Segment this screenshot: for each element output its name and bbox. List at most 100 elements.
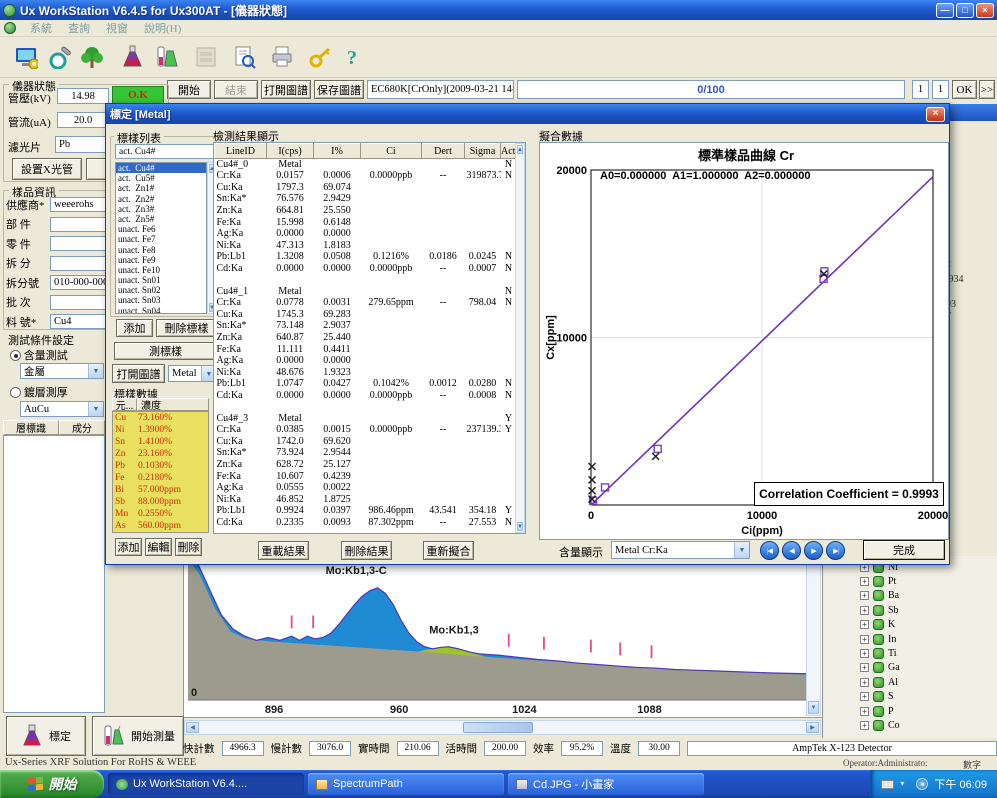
results-column-header[interactable]: I%: [314, 144, 361, 159]
measure-standard-button[interactable]: 測標樣: [114, 342, 217, 360]
element-tree-item[interactable]: +Pt: [860, 574, 896, 588]
tool-setup-icon[interactable]: [44, 41, 76, 73]
element-tree-item[interactable]: +Ga: [860, 661, 900, 675]
data-delete-button[interactable]: 刪除: [175, 538, 202, 556]
results-column-header[interactable]: I(cps): [267, 144, 314, 159]
standard-data-table[interactable]: Cu73.160%Ni1.3900%Sn1.4100%Zn23.160%Pb0.…: [112, 411, 209, 533]
element-tree-item[interactable]: +Ba: [860, 589, 899, 603]
nav-last-button[interactable]: ▶|: [826, 541, 845, 560]
standard-data-row[interactable]: Mn0.2550%: [113, 508, 208, 520]
standard-data-row[interactable]: Bi57.000ppm: [113, 484, 208, 496]
menu-item[interactable]: 說明(H): [144, 20, 181, 36]
menu-item[interactable]: 視窗: [106, 20, 128, 36]
standard-list-item[interactable]: unact. Sn03: [116, 295, 206, 305]
results-column-header[interactable]: Ci: [361, 144, 422, 159]
results-row[interactable]: Zn:Ka664.8125.550: [215, 205, 517, 217]
scroll-down-icon[interactable]: ▼: [517, 522, 523, 531]
expand-icon[interactable]: +: [860, 721, 869, 730]
open-spectrum-button[interactable]: 打開圖譜: [261, 80, 311, 99]
results-row[interactable]: Ni:Ka46.8521.8725: [215, 493, 517, 505]
results-row[interactable]: Pb:Lb10.99240.0397986.46ppm43.541354.18Y: [215, 505, 517, 517]
scroll-right-icon[interactable]: ▶: [806, 722, 819, 733]
tube-voltage-field[interactable]: 14.98: [57, 88, 109, 104]
sound-tray-icon[interactable]: ◂: [916, 778, 928, 790]
results-row[interactable]: Cr:Ka0.07780.0031279.65ppm--798.04N: [215, 297, 517, 309]
tree-view-icon[interactable]: [76, 41, 108, 73]
results-row[interactable]: Cu:Ka1745.369.283: [215, 309, 517, 321]
standard-data-row[interactable]: As560.00ppm: [113, 520, 208, 532]
start-acquire-button[interactable]: 開始: [167, 80, 211, 99]
system-settings-icon[interactable]: [10, 41, 42, 73]
ok-button[interactable]: OK: [952, 80, 977, 99]
component-column-header[interactable]: 成分: [59, 420, 105, 435]
dialog-close-button[interactable]: ×: [926, 107, 945, 122]
expand-icon[interactable]: +: [860, 692, 869, 701]
standard-data-row[interactable]: Ni1.3900%: [113, 424, 208, 436]
refit-button[interactable]: 重新擬合: [423, 541, 474, 560]
layer-list-empty[interactable]: [3, 435, 105, 713]
results-row[interactable]: Ni:Ka48.6761.9323: [215, 366, 517, 378]
coating-type-dropdown-icon[interactable]: ▼: [88, 402, 103, 416]
spectrum-vscrollbar[interactable]: ▼: [806, 558, 821, 716]
results-row[interactable]: Cd:Ka0.00000.00000.0000ppb--0.0008N: [215, 389, 517, 401]
open-spectrum-dialog-button[interactable]: 打開圖譜: [112, 364, 165, 383]
nav-next-button[interactable]: ▶: [804, 541, 823, 560]
expand-icon[interactable]: +: [860, 707, 869, 716]
spectrum-filename-field[interactable]: EC680K[CrOnly](2009-03-21 14-14-43: [367, 80, 514, 99]
standard-list-item[interactable]: act. Zn2#: [116, 194, 206, 204]
element-tree-item[interactable]: +K: [860, 618, 895, 632]
data-edit-button[interactable]: 編輯: [145, 538, 172, 556]
calibrate-button[interactable]: 標定: [6, 716, 86, 756]
results-row[interactable]: Cd:Ka0.00000.00000.0000ppb--0.0007N: [215, 262, 517, 274]
printer-icon[interactable]: [266, 41, 298, 73]
results-row[interactable]: Ag:Ka0.00000.0000: [215, 355, 517, 367]
concentration-column-header[interactable]: 濃度: [137, 398, 209, 411]
results-row[interactable]: Sn:Ka*73.9242.9544: [215, 447, 517, 459]
expand-icon[interactable]: +: [860, 606, 869, 615]
expand-icon[interactable]: +: [860, 577, 869, 586]
scroll-down-icon[interactable]: ▼: [808, 701, 819, 714]
delete-results-button[interactable]: 刪除結果: [341, 541, 392, 560]
content-type-combo[interactable]: 金屬 ▼: [20, 363, 104, 379]
nav-prev-button[interactable]: ◀: [782, 541, 801, 560]
results-row[interactable]: Cu4#_3MetalY: [215, 413, 517, 425]
standard-list-item[interactable]: unact. Fe7: [116, 234, 206, 244]
results-column-header[interactable]: LineID: [215, 144, 267, 159]
standard-list-item[interactable]: unact. Fe9: [116, 255, 206, 265]
standard-data-row[interactable]: Pb0.1030%: [113, 460, 208, 472]
setup-tube-button[interactable]: 設置X光管: [12, 158, 82, 180]
save-spectrum-button[interactable]: 保存圖譜: [314, 80, 364, 99]
expand-icon[interactable]: +: [860, 591, 869, 600]
results-row[interactable]: Ag:Ka0.05550.0022: [215, 482, 517, 494]
results-row[interactable]: Cr:Ka0.01570.00060.0000ppb--319873.7N: [215, 170, 517, 182]
tube-current-field[interactable]: 20.0: [57, 112, 109, 128]
taskbar-task[interactable]: Cd.JPG - 小畫家: [508, 773, 704, 795]
results-row[interactable]: Sn:Ka*76.5762.9429: [215, 193, 517, 205]
expand-icon[interactable]: +: [860, 678, 869, 687]
security-key-icon[interactable]: [304, 41, 336, 73]
element-column-header[interactable]: 元...: [112, 398, 137, 411]
standards-listbox[interactable]: act. Cu4#act. Cu5#act. Zn1#act. Zn2#act.…: [115, 162, 207, 314]
mode-combo[interactable]: Metal ▼: [168, 365, 217, 382]
end-acquire-button[interactable]: 結束: [214, 80, 258, 99]
standard-data-row[interactable]: Zn23.160%: [113, 448, 208, 460]
results-row[interactable]: Fe:Ka11.1110.4411: [215, 343, 517, 355]
results-row[interactable]: [215, 401, 517, 413]
tray-arrow-icon[interactable]: ▾: [900, 779, 910, 789]
more-button[interactable]: >>: [979, 80, 995, 99]
line-combo-dropdown-icon[interactable]: ▼: [734, 542, 749, 558]
menu-item[interactable]: 系統: [30, 20, 52, 36]
standard-list-item[interactable]: unact. Sn04: [116, 306, 206, 314]
help-icon[interactable]: ?: [336, 41, 368, 73]
standard-list-item[interactable]: unact. Fe6: [116, 224, 206, 234]
calibration-chart[interactable]: 100002000001000020000Cx[ppm]Ci(ppm): [540, 143, 948, 539]
standard-add-button[interactable]: 添加: [116, 319, 153, 337]
element-tree-item[interactable]: +Co: [860, 718, 900, 732]
standard-list-item[interactable]: unact. Sn02: [116, 285, 206, 295]
results-row[interactable]: [215, 274, 517, 286]
element-tree-item[interactable]: +S: [860, 690, 894, 704]
element-tree-item[interactable]: +Ti: [860, 646, 897, 660]
standard-list-item[interactable]: act. Zn3#: [116, 204, 206, 214]
results-row[interactable]: Cu:Ka1797.369.074: [215, 182, 517, 194]
element-tree-item[interactable]: +P: [860, 704, 894, 718]
